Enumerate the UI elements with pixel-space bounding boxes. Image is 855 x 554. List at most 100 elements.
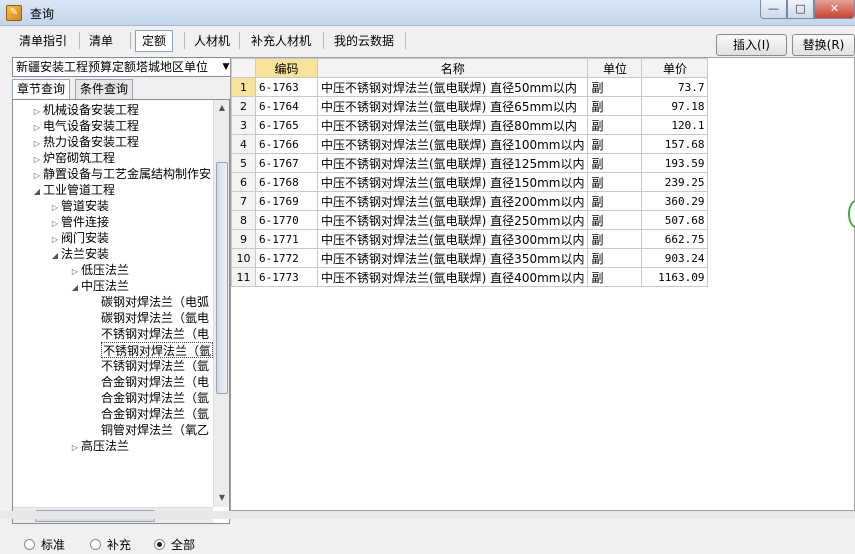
expanded-arrow-icon[interactable]: ◢ bbox=[49, 248, 61, 264]
table-row[interactable]: 8 6-1770 中压不锈钢对焊法兰(氩电联焊) 直径250mm以内副 507.68 bbox=[231, 210, 709, 230]
cell-price[interactable]: 157.68 bbox=[641, 134, 709, 154]
tree-node[interactable]: ▷ 电气设备安装工程 bbox=[31, 118, 139, 134]
cell-unit[interactable]: 副 bbox=[587, 229, 643, 249]
table-row[interactable]: 10 6-1772 中压不锈钢对焊法兰(氩电联焊) 直径350mm以内副 903.24 bbox=[231, 248, 709, 268]
cell-unit[interactable]: 副 bbox=[587, 115, 643, 135]
cell-code[interactable]: 6-1772 bbox=[255, 248, 318, 268]
radio-supplement-indicator[interactable] bbox=[90, 539, 101, 550]
tree-node[interactable]: 不锈钢对焊法兰（氩 bbox=[101, 342, 214, 358]
tree-vertical-scrollbar[interactable]: ▲ ▼ bbox=[213, 100, 229, 507]
row-number[interactable]: 2 bbox=[231, 96, 256, 116]
close-button[interactable]: ✕ bbox=[814, 0, 855, 19]
cell-unit[interactable]: 副 bbox=[587, 172, 643, 192]
cell-name[interactable]: 中压不锈钢对焊法兰(氩电联焊) 直径125mm以内 bbox=[316, 153, 589, 173]
tree-node[interactable]: ▷ 管件连接 bbox=[49, 214, 109, 230]
scroll-up-icon[interactable]: ▲ bbox=[214, 100, 229, 116]
column-header-unit[interactable]: 单位 bbox=[587, 58, 643, 78]
cell-code[interactable]: 6-1773 bbox=[255, 267, 318, 287]
collapsed-arrow-icon[interactable]: ▷ bbox=[69, 440, 81, 456]
row-number[interactable]: 1 bbox=[231, 77, 256, 97]
cell-price[interactable]: 239.25 bbox=[641, 172, 709, 192]
tree-node[interactable]: 碳钢对焊法兰（电弧 bbox=[101, 294, 209, 310]
expanded-arrow-icon[interactable]: ◢ bbox=[69, 280, 81, 296]
tab-condition-query[interactable]: 条件查询 bbox=[75, 79, 134, 99]
tree-node[interactable]: ◢ 工业管道工程 bbox=[31, 182, 115, 198]
expanded-arrow-icon[interactable]: ◢ bbox=[31, 184, 43, 200]
cell-unit[interactable]: 副 bbox=[587, 96, 643, 116]
row-number[interactable]: 4 bbox=[231, 134, 256, 154]
cell-price[interactable]: 507.68 bbox=[641, 210, 709, 230]
radio-all-indicator[interactable] bbox=[154, 539, 165, 550]
tree-node[interactable]: ◢ 法兰安装 bbox=[49, 246, 109, 262]
scroll-down-icon[interactable]: ▼ bbox=[214, 490, 229, 506]
cell-price[interactable]: 360.29 bbox=[641, 191, 709, 211]
cell-unit[interactable]: 副 bbox=[587, 248, 643, 268]
table-row[interactable]: 6 6-1768 中压不锈钢对焊法兰(氩电联焊) 直径150mm以内副 239.25 bbox=[231, 172, 709, 192]
cell-price[interactable]: 73.7 bbox=[641, 77, 709, 97]
table-row[interactable]: 9 6-1771 中压不锈钢对焊法兰(氩电联焊) 直径300mm以内副 662.75 bbox=[231, 229, 709, 249]
cell-price[interactable]: 120.1 bbox=[641, 115, 709, 135]
radio-standard-indicator[interactable] bbox=[24, 539, 35, 550]
cell-name[interactable]: 中压不锈钢对焊法兰(氩电联焊) 直径350mm以内 bbox=[316, 248, 589, 268]
cell-name[interactable]: 中压不锈钢对焊法兰(氩电联焊) 直径200mm以内 bbox=[316, 191, 589, 211]
cell-code[interactable]: 6-1770 bbox=[255, 210, 318, 230]
tab-chapter-query[interactable]: 章节查询 bbox=[12, 79, 71, 100]
tree-node[interactable]: 合金钢对焊法兰（氩 bbox=[101, 390, 209, 406]
cell-name[interactable]: 中压不锈钢对焊法兰(氩电联焊) 直径250mm以内 bbox=[316, 210, 589, 230]
row-number[interactable]: 8 bbox=[231, 210, 256, 230]
row-number[interactable]: 3 bbox=[231, 115, 256, 135]
cell-name[interactable]: 中压不锈钢对焊法兰(氩电联焊) 直径150mm以内 bbox=[316, 172, 589, 192]
column-header-price[interactable]: 单价 bbox=[641, 58, 709, 78]
table-row[interactable]: 5 6-1767 中压不锈钢对焊法兰(氩电联焊) 直径125mm以内副 193.59 bbox=[231, 153, 709, 173]
table-row[interactable]: 4 6-1766 中压不锈钢对焊法兰(氩电联焊) 直径100mm以内副 157.68 bbox=[231, 134, 709, 154]
radio-standard[interactable]: 标准 bbox=[24, 536, 65, 554]
tree-node[interactable]: 碳钢对焊法兰（氩电 bbox=[101, 310, 209, 326]
row-number[interactable]: 11 bbox=[231, 267, 256, 287]
cell-price[interactable]: 903.24 bbox=[641, 248, 709, 268]
row-number[interactable]: 9 bbox=[231, 229, 256, 249]
table-row[interactable]: 2 6-1764 中压不锈钢对焊法兰(氩电联焊) 直径65mm以内副 97.18 bbox=[231, 96, 709, 116]
tree-node[interactable]: ▷ 炉窑砌筑工程 bbox=[31, 150, 115, 166]
scroll-thumb[interactable] bbox=[216, 162, 228, 394]
row-number[interactable]: 7 bbox=[231, 191, 256, 211]
cell-unit[interactable]: 副 bbox=[587, 267, 643, 287]
insert-button[interactable]: 插入(I) bbox=[716, 34, 787, 56]
cell-code[interactable]: 6-1768 bbox=[255, 172, 318, 192]
cell-unit[interactable]: 副 bbox=[587, 191, 643, 211]
row-number[interactable]: 6 bbox=[231, 172, 256, 192]
table-row[interactable]: 7 6-1769 中压不锈钢对焊法兰(氩电联焊) 直径200mm以内副 360.29 bbox=[231, 191, 709, 211]
cell-name[interactable]: 中压不锈钢对焊法兰(氩电联焊) 直径50mm以内 bbox=[316, 77, 589, 97]
minimize-button[interactable]: — bbox=[760, 0, 787, 19]
row-number[interactable]: 10 bbox=[231, 248, 256, 268]
cell-unit[interactable]: 副 bbox=[587, 153, 643, 173]
cell-name[interactable]: 中压不锈钢对焊法兰(氩电联焊) 直径80mm以内 bbox=[316, 115, 589, 135]
cell-unit[interactable]: 副 bbox=[587, 134, 643, 154]
cell-unit[interactable]: 副 bbox=[587, 210, 643, 230]
tab-bill[interactable]: 清单 bbox=[82, 30, 120, 52]
tree-node[interactable]: 合金钢对焊法兰（电 bbox=[101, 374, 209, 390]
tree-node[interactable]: ◢ 中压法兰 bbox=[69, 278, 129, 294]
cell-code[interactable]: 6-1769 bbox=[255, 191, 318, 211]
maximize-button[interactable]: □ bbox=[787, 0, 814, 19]
tree-node[interactable]: ▷ 管道安装 bbox=[49, 198, 109, 214]
row-number[interactable]: 5 bbox=[231, 153, 256, 173]
tree-node[interactable]: 合金钢对焊法兰（氩 bbox=[101, 406, 209, 422]
column-header-name[interactable]: 名称 bbox=[316, 58, 589, 78]
tree-node[interactable]: ▷ 阀门安装 bbox=[49, 230, 109, 246]
cell-code[interactable]: 6-1766 bbox=[255, 134, 318, 154]
tab-bill-guide[interactable]: 清单指引 bbox=[12, 30, 74, 52]
tree-node[interactable]: 铜管对焊法兰（氧乙 bbox=[101, 422, 209, 438]
cell-name[interactable]: 中压不锈钢对焊法兰(氩电联焊) 直径300mm以内 bbox=[316, 229, 589, 249]
tree-node[interactable]: 不锈钢对焊法兰（氩 bbox=[101, 358, 209, 374]
cell-price[interactable]: 1163.09 bbox=[641, 267, 709, 287]
tree-node[interactable]: ▷ 低压法兰 bbox=[69, 262, 129, 278]
radio-all[interactable]: 全部 bbox=[154, 536, 195, 554]
cell-code[interactable]: 6-1765 bbox=[255, 115, 318, 135]
replace-button[interactable]: 替换(R) bbox=[792, 34, 855, 56]
tab-quota[interactable]: 定额 bbox=[135, 30, 174, 52]
tree-node[interactable]: ▷ 热力设备安装工程 bbox=[31, 134, 139, 150]
tab-my-cloud-data[interactable]: 我的云数据 bbox=[327, 30, 401, 52]
cell-code[interactable]: 6-1771 bbox=[255, 229, 318, 249]
cell-name[interactable]: 中压不锈钢对焊法兰(氩电联焊) 直径65mm以内 bbox=[316, 96, 589, 116]
tab-supplement-lmm[interactable]: 补充人材机 bbox=[244, 30, 318, 52]
